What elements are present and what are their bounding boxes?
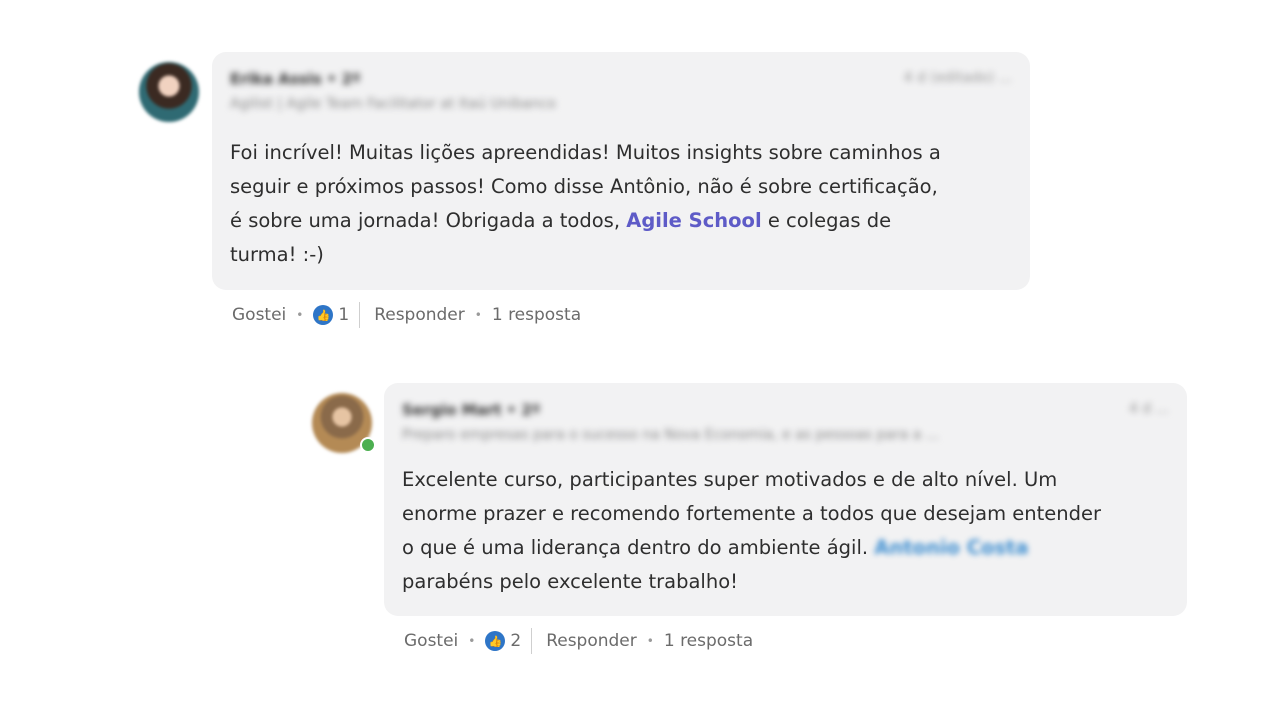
comment-line: seguir e próximos passos! Como disse Ant… [230,175,938,198]
author-name[interactable]: Erika Assis • 2º [230,70,361,88]
avatar[interactable] [139,62,199,122]
replies-count[interactable]: 1 resposta [492,305,581,325]
divider [359,302,361,328]
reply-button[interactable]: Responder [374,305,465,325]
comment-line: Excelente curso, participantes super mot… [402,468,1058,491]
comment-line: é sobre uma jornada! Obrigada a todos, [230,209,627,232]
reply-bubble: Sergio Mart • 2º Preparo empresas para o… [384,383,1187,616]
thumbs-up-icon[interactable]: 👍 [485,631,506,651]
author-headline: Agilist | Agile Team Facilitator at Itaú… [230,96,556,112]
comment-meta[interactable]: 4 d (editado) ... [904,70,1012,86]
like-count[interactable]: 1 [338,305,349,325]
comment-actions: Gostei • 👍 2 Responder • 1 resposta [404,626,753,656]
like-button[interactable]: Gostei [232,305,286,325]
author-name[interactable]: Sergio Mart • 2º [402,401,540,419]
replies-count[interactable]: 1 resposta [664,631,753,651]
comment-text: Excelente curso, participantes super mot… [402,463,1101,599]
divider [531,628,533,654]
comment-meta[interactable]: 4 d ... [1129,401,1169,417]
comment-line: enorme prazer e recomendo fortemente a t… [402,502,1102,525]
mention-link[interactable]: Agile School [626,209,761,232]
comment-line: o que é uma liderança dentro do ambiente… [402,536,875,559]
separator-dot: • [474,308,482,322]
thumbs-up-icon[interactable]: 👍 [313,305,334,325]
comment-bubble: Erika Assis • 2º Agilist | Agile Team Fa… [212,52,1030,290]
comment-text: Foi incrível! Muitas lições apreendidas!… [230,136,941,272]
comment-actions: Gostei • 👍 1 Responder • 1 resposta [232,300,581,330]
reply-button[interactable]: Responder [546,631,637,651]
author-headline: Preparo empresas para o sucesso na Nova … [402,427,940,443]
like-button[interactable]: Gostei [404,631,458,651]
mention-link[interactable]: Antonio Costa [874,536,1028,559]
like-count[interactable]: 2 [510,631,521,651]
separator-dot: • [468,634,476,648]
separator-dot: • [646,634,654,648]
comment-line: Foi incrível! Muitas lições apreendidas!… [230,141,941,164]
comment-line: e colegas de [761,209,892,232]
comment-line: parabéns pelo excelente trabalho! [402,570,738,593]
separator-dot: • [296,308,304,322]
comment-line: turma! :-) [230,243,324,266]
online-status-icon [360,437,376,453]
